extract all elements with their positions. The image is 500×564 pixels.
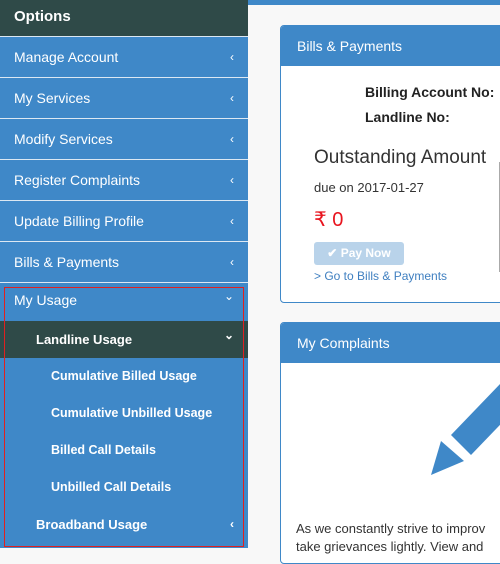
main-content: Bills & Payments Billing Account No: Lan…	[248, 5, 500, 564]
sidebar-item-my-usage[interactable]: My Usage ⌄	[0, 283, 248, 321]
sidebar-item-label: Manage Account	[14, 49, 119, 65]
sidebar-item-register-complaints[interactable]: Register Complaints ‹	[0, 160, 248, 201]
chevron-down-icon: ⌄	[223, 289, 234, 303]
chevron-left-icon: ‹	[230, 214, 234, 228]
sidebar-item-landline-usage[interactable]: Landline Usage ⌄	[0, 321, 248, 358]
chevron-down-icon: ⌄	[223, 328, 234, 342]
chevron-left-icon: ‹	[230, 173, 234, 187]
description-line: take grievances lightly. View and	[296, 539, 484, 554]
billing-account-label: Billing Account No:	[365, 84, 495, 100]
check-icon: ✔	[327, 246, 338, 260]
chevron-left-icon: ‹	[230, 50, 234, 64]
sidebar-item-update-billing-profile[interactable]: Update Billing Profile ‹	[0, 201, 248, 242]
bills-payments-panel: Bills & Payments Billing Account No: Lan…	[280, 25, 500, 303]
outstanding-amount-title: Outstanding Amount	[314, 147, 487, 168]
panel-title: My Complaints	[281, 323, 500, 363]
chevron-left-icon: ‹	[230, 132, 234, 146]
sidebar-item-label: Modify Services	[14, 131, 113, 147]
sidebar-subitem-billed-call-details[interactable]: Billed Call Details	[0, 432, 248, 469]
sidebar-item-modify-services[interactable]: Modify Services ‹	[0, 119, 248, 160]
sidebar-subitem-cumulative-unbilled-usage[interactable]: Cumulative Unbilled Usage	[0, 395, 248, 432]
chevron-left-icon: ‹	[230, 255, 234, 269]
go-to-bills-link[interactable]: > Go to Bills & Payments	[314, 269, 447, 283]
pencil-icon	[431, 384, 500, 475]
sidebar-subitem-cumulative-billed-usage[interactable]: Cumulative Billed Usage	[0, 358, 248, 395]
sidebar-item-label: Bills & Payments	[14, 254, 120, 270]
panel-title: Bills & Payments	[281, 26, 500, 66]
sidebar-item-broadband-usage[interactable]: Broadband Usage ‹	[0, 506, 248, 543]
sidebar-item-manage-account[interactable]: Manage Account ‹	[0, 37, 248, 78]
sidebar-item-label: Register Complaints	[14, 172, 141, 188]
sidebar-item-bills-payments[interactable]: Bills & Payments ‹	[0, 242, 248, 283]
sidebar-item-my-services[interactable]: My Services ‹	[0, 78, 248, 119]
due-date: due on 2017-01-27	[314, 180, 424, 195]
sidebar: Options Manage Account ‹ My Services ‹ Mod…	[0, 0, 248, 548]
landline-label: Landline No:	[365, 109, 450, 125]
chevron-left-icon: ‹	[230, 91, 234, 105]
complaints-description: As we constantly strive to improv take g…	[296, 520, 485, 556]
sidebar-item-label: Landline Usage	[36, 332, 133, 347]
sidebar-subitem-unbilled-call-details[interactable]: Unbilled Call Details	[0, 469, 248, 506]
amount-value: ₹ 0	[314, 209, 344, 231]
my-complaints-panel: My Complaints As we constantly strive to…	[280, 322, 500, 564]
chevron-left-icon: ‹	[230, 517, 234, 531]
pay-now-label: Pay Now	[340, 246, 391, 260]
description-line: As we constantly strive to improv	[296, 521, 486, 536]
sidebar-item-label: My Services	[14, 90, 91, 106]
options-header: Options	[0, 0, 248, 37]
sidebar-item-label: Update Billing Profile	[14, 213, 144, 229]
pay-now-button[interactable]: ✔ Pay Now	[314, 242, 404, 265]
sidebar-item-label: Broadband Usage	[36, 517, 148, 532]
sidebar-item-label: My Usage	[14, 292, 78, 308]
